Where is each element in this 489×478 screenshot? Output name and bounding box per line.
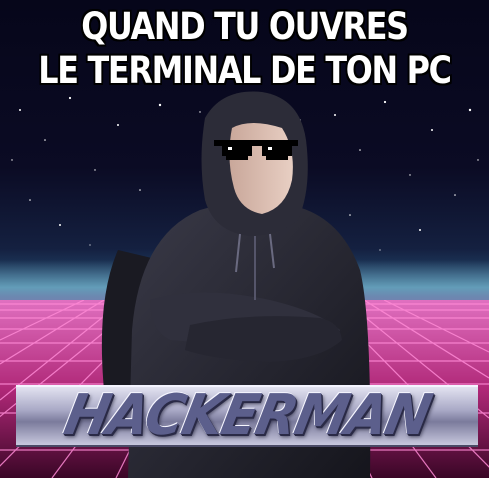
caption-top-line: QUAND TU OUVRES — [81, 5, 409, 48]
meme-image: QUAND TU OUVRES LE TERMINAL DE TON PC HA… — [0, 0, 489, 478]
hackerman-banner: HACKERMAN — [16, 385, 478, 447]
hackerman-banner-text: HACKERMAN — [58, 385, 436, 447]
caption-second-line: LE TERMINAL DE TON PC — [38, 49, 452, 92]
